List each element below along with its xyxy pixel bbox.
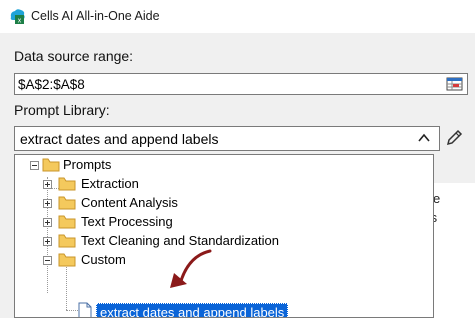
folder-icon: [58, 234, 76, 248]
annotation-arrow-icon: [170, 249, 212, 288]
tree-node-label: Prompts: [63, 157, 112, 172]
tree-node-label: Extraction: [81, 176, 139, 191]
folder-icon: [42, 158, 60, 172]
window-title: Cells AI All-in-One Aide: [31, 9, 160, 23]
document-icon: [78, 302, 92, 317]
expand-icon[interactable]: [43, 199, 52, 208]
cells-ai-app-icon: x: [10, 9, 25, 25]
title-bar: x Cells AI All-in-One Aide: [0, 0, 475, 33]
prompt-library-selected-value: extract dates and append labels: [20, 131, 219, 147]
prompt-library-label: Prompt Library:: [14, 102, 110, 118]
tree-node-label: Content Analysis: [81, 195, 178, 210]
prompt-tree-view[interactable]: Prompts Extraction Content Analysis Text…: [14, 154, 434, 318]
data-source-range-value: $A$2:$A$8: [18, 77, 85, 92]
prompt-library-combobox[interactable]: extract dates and append labels: [14, 126, 440, 151]
tree-node-label: Text Processing: [81, 214, 173, 229]
expand-icon[interactable]: [43, 218, 52, 227]
data-source-label: Data source range:: [14, 48, 134, 64]
chevron-up-icon[interactable]: [417, 132, 431, 144]
range-select-icon[interactable]: [446, 76, 464, 92]
tree-connector: [66, 267, 67, 310]
hidden-text-e: e: [433, 191, 441, 206]
svg-text:x: x: [18, 18, 22, 25]
tree-node-label: Custom: [81, 252, 126, 267]
expand-icon[interactable]: [43, 237, 52, 246]
tree-node-label: Text Cleaning and Standardization: [81, 233, 280, 248]
edit-pencil-icon[interactable]: [444, 128, 464, 148]
folder-icon: [58, 177, 76, 191]
tree-connector: [66, 310, 78, 311]
expand-icon[interactable]: [43, 180, 52, 189]
dialog-body: Data source range: $A$2:$A$8 Prompt Libr…: [0, 33, 475, 318]
tree-connector: [47, 177, 48, 293]
folder-icon: [58, 253, 76, 267]
folder-icon: [58, 196, 76, 210]
tree-node-extract-dates-selected[interactable]: extract dates and append labels: [96, 303, 289, 317]
data-source-range-input[interactable]: $A$2:$A$8: [14, 73, 468, 95]
collapse-icon[interactable]: [30, 161, 39, 170]
folder-icon: [58, 215, 76, 229]
collapse-icon[interactable]: [43, 256, 52, 265]
